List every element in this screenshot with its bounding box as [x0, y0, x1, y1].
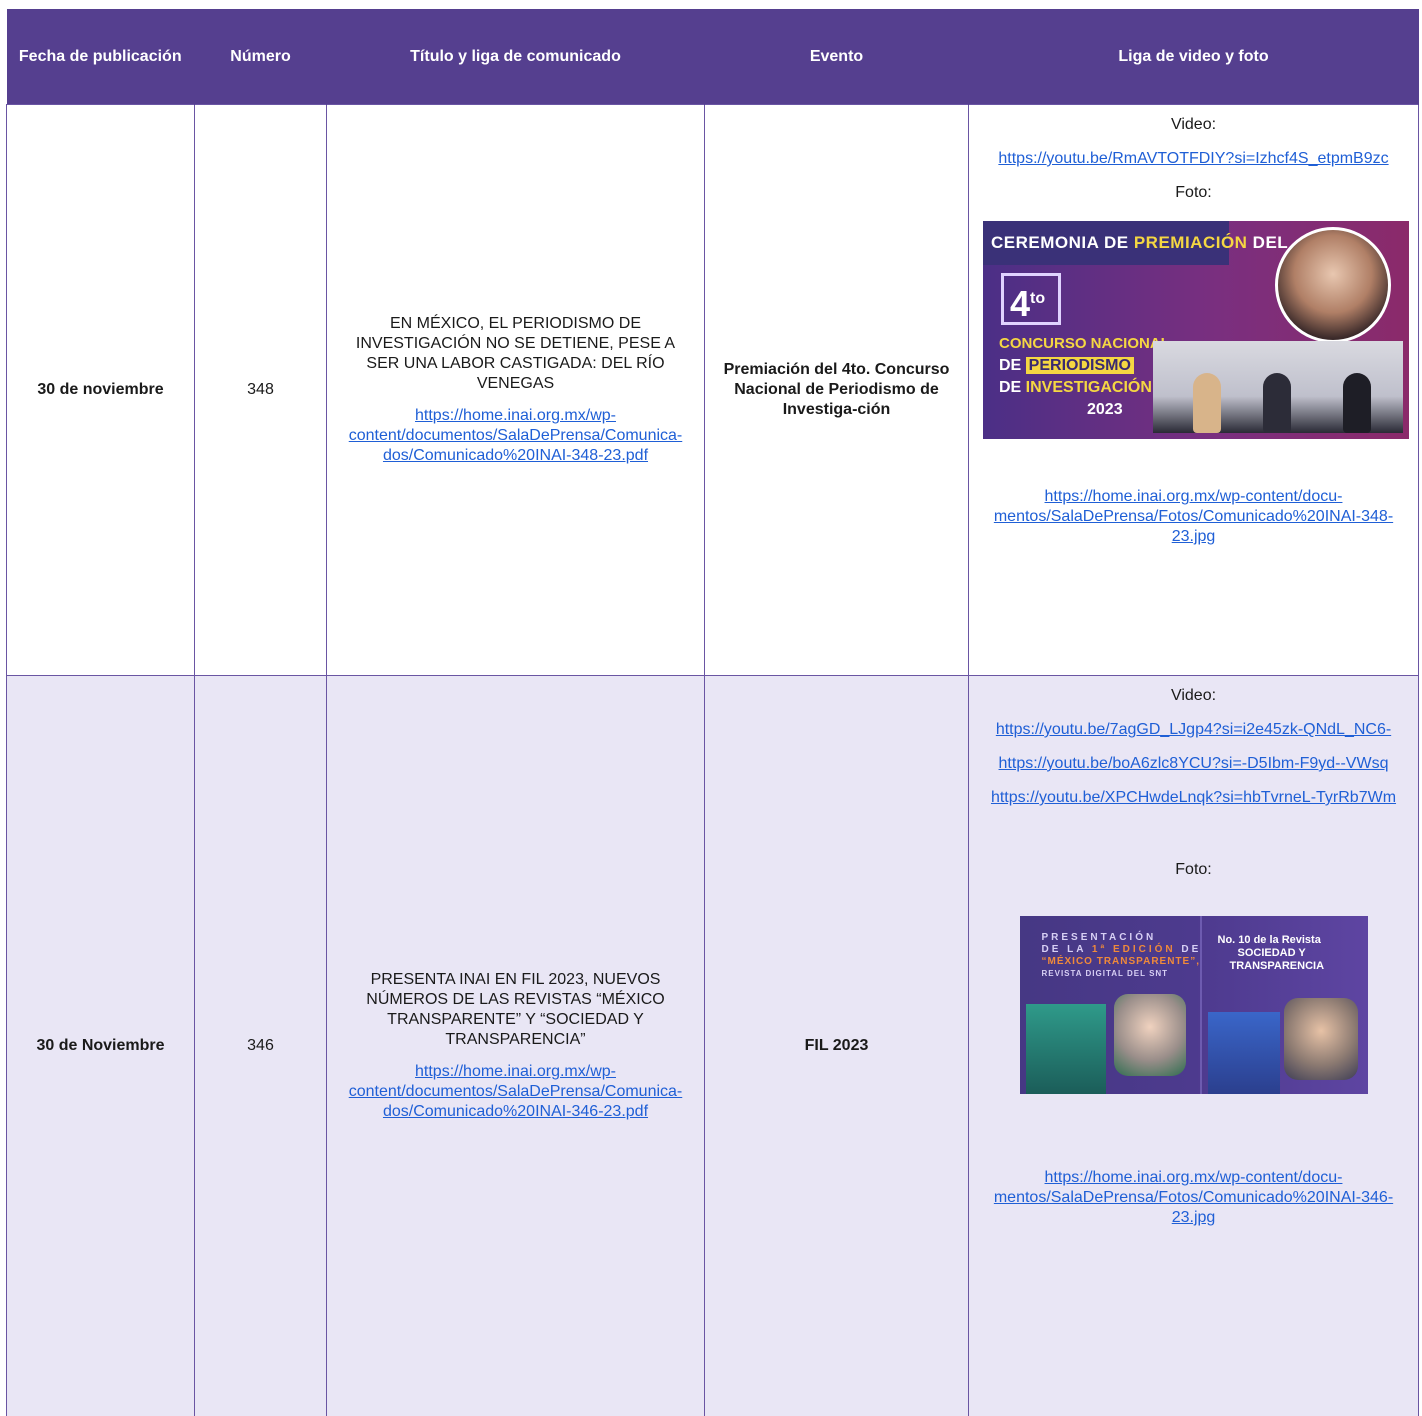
fecha-cell: 30 de noviembre [7, 105, 195, 676]
titulo-text: EN MÉXICO, EL PERIODISMO DE INVESTIGACIÓ… [341, 314, 690, 394]
video-link[interactable]: https://youtu.be/7agGD_LJgp4?si=i2e45zk-… [983, 720, 1404, 740]
video-label: Video: [983, 686, 1404, 706]
event-photo: CEREMONIA DE PREMIACIÓN DEL 4to CONCURSO… [983, 221, 1409, 439]
comunicado-link[interactable]: https://home.inai.org.mx/wp-content/docu… [341, 1062, 690, 1122]
evento-cell: FIL 2023 [705, 676, 969, 1416]
foto-link[interactable]: https://home.inai.org.mx/wp-content/docu… [983, 487, 1404, 547]
numero-cell: 348 [195, 105, 327, 676]
portrait-right [1284, 998, 1358, 1080]
foto-link[interactable]: https://home.inai.org.mx/wp-content/docu… [983, 1168, 1404, 1228]
video-link[interactable]: https://youtu.be/XPCHwdeLnqk?si=hbTvrneL… [983, 788, 1404, 808]
video-label: Video: [983, 115, 1404, 135]
header-numero: Número [195, 9, 327, 105]
photo-right-text: No. 10 de la Revista SOCIEDAD Y TRANSPAR… [1218, 934, 1325, 973]
header-evento: Evento [705, 9, 969, 105]
numero-cell: 346 [195, 676, 327, 1416]
portrait-left [1114, 994, 1186, 1076]
foto-label: Foto: [983, 860, 1404, 880]
event-photo: PRESENTACIÓN DE LA 1ª EDICIÓN DE “MÉXICO… [1020, 916, 1368, 1094]
magazine-cover-right [1208, 1012, 1280, 1094]
photo-title-lines: CONCURSO NACIONAL DE PERIODISMO DE INVES… [999, 333, 1170, 421]
header-liga: Liga de video y foto [969, 9, 1419, 105]
photo-banner-text: CEREMONIA DE PREMIACIÓN DEL [991, 233, 1288, 253]
titulo-cell: PRESENTA INAI EN FIL 2023, NUEVOS NÚMERO… [327, 676, 705, 1416]
table-row: 30 de noviembre 348 EN MÉXICO, EL PERIOD… [7, 105, 1419, 676]
media-cell: Video: https://youtu.be/7agGD_LJgp4?si=i… [969, 676, 1419, 1416]
speaker-portrait [1275, 227, 1391, 343]
table-row: 30 de Noviembre 346 PRESENTA INAI EN FIL… [7, 676, 1419, 1416]
stage-scene [1153, 341, 1403, 433]
video-link[interactable]: https://youtu.be/RmAVTOTFDIY?si=Izhcf4S_… [983, 149, 1404, 169]
header-titulo: Título y liga de comunicado [327, 9, 705, 105]
photo-divider [1200, 916, 1202, 1094]
fecha-cell: 30 de Noviembre [7, 676, 195, 1416]
video-link[interactable]: https://youtu.be/boA6zlc8YCU?si=-D5Ibm-F… [983, 754, 1404, 774]
photo-number: 4to [1001, 273, 1061, 325]
comunicado-link[interactable]: https://home.inai.org.mx/wp-content/docu… [341, 406, 690, 466]
media-cell: Video: https://youtu.be/RmAVTOTFDIY?si=I… [969, 105, 1419, 676]
header-fecha: Fecha de publicación [7, 9, 195, 105]
magazine-cover-left [1026, 1004, 1106, 1094]
photo-left-text: PRESENTACIÓN DE LA 1ª EDICIÓN DE “MÉXICO… [1042, 932, 1202, 980]
titulo-text: PRESENTA INAI EN FIL 2023, NUEVOS NÚMERO… [341, 970, 690, 1050]
header-row: Fecha de publicación Número Título y lig… [7, 9, 1419, 105]
evento-cell: Premiación del 4to. Concurso Nacional de… [705, 105, 969, 676]
foto-label: Foto: [983, 183, 1404, 203]
titulo-cell: EN MÉXICO, EL PERIODISMO DE INVESTIGACIÓ… [327, 105, 705, 676]
press-table: Fecha de publicación Número Título y lig… [6, 9, 1419, 1416]
